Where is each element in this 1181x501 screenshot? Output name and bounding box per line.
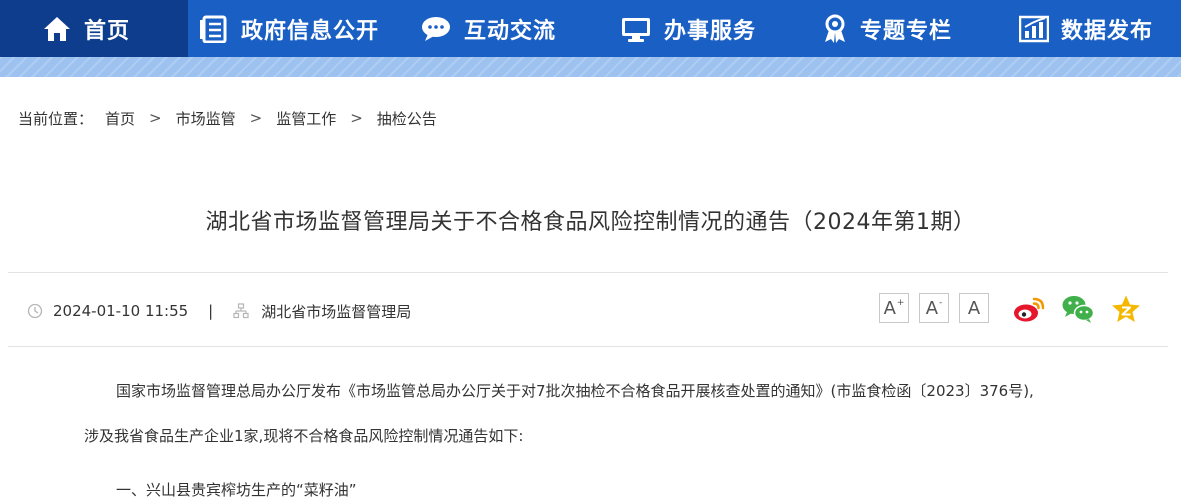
award-ribbon-icon: [822, 14, 848, 44]
nav-item-interaction[interactable]: 互动交流: [420, 0, 556, 57]
article-title: 湖北省市场监督管理局关于不合格食品风险控制情况的通告（2024年第1期）: [205, 210, 976, 235]
share-qzone-button[interactable]: [1109, 293, 1143, 325]
nav-label-data: 数据发布: [1061, 18, 1154, 44]
share-wechat-button[interactable]: [1061, 293, 1095, 325]
document-list-icon: [199, 15, 229, 43]
font-size-decrease-label: A: [925, 297, 939, 319]
meta-divider-line: [8, 346, 1168, 347]
main-nav: 首页 政府信息公开 互动交流 办事服务 专题专栏 数据发布: [0, 0, 1181, 57]
article-paragraph-1: 国家市场监督管理总局办公厅发布《市场监管总局办公厅关于对7批次抽检不合格食品开展…: [116, 382, 1034, 400]
clock-icon: [27, 303, 43, 319]
qzone-star-icon: [1112, 295, 1140, 322]
nav-item-gov-info[interactable]: 政府信息公开: [199, 0, 379, 57]
breadcrumb-item-supervision-work[interactable]: 监管工作: [276, 108, 336, 129]
minus-mark-icon: -: [939, 298, 943, 308]
plus-mark-icon: +: [896, 298, 905, 308]
nav-item-topics[interactable]: 专题专栏: [822, 0, 952, 57]
nav-label-interaction: 互动交流: [464, 18, 557, 44]
breadcrumb-prefix: 当前位置：: [18, 109, 94, 128]
nav-item-home[interactable]: 首页: [0, 0, 188, 57]
font-size-increase-label: A: [883, 297, 896, 319]
breadcrumb-item-inspection-notice[interactable]: 抽检公告: [377, 108, 437, 129]
monitor-icon: [620, 15, 652, 43]
breadcrumb-separator: >: [249, 109, 263, 127]
breadcrumb-item-market-supervision[interactable]: 市场监管: [176, 108, 236, 129]
article-paragraph-3: 一、兴山县贵宾榨坊生产的“菜籽油”: [116, 481, 357, 499]
breadcrumb: 当前位置： 首页 > 市场监管 > 监管工作 > 抽检公告: [18, 107, 437, 129]
font-size-decrease-button[interactable]: A-: [919, 293, 949, 323]
article-source: 湖北省市场监督管理局: [261, 302, 412, 321]
bar-chart-icon: [1019, 15, 1049, 43]
publish-date: 2024-01-10 11:55: [53, 302, 189, 320]
font-size-default-button[interactable]: A: [959, 293, 989, 323]
chat-bubble-icon: [420, 15, 452, 43]
meta-divider: |: [208, 302, 214, 320]
title-divider: [8, 272, 1168, 273]
nav-item-services[interactable]: 办事服务: [620, 0, 756, 57]
nav-label-home: 首页: [84, 18, 131, 44]
weibo-icon: [1014, 297, 1045, 322]
article-paragraph-2: 涉及我省食品生产企业1家,现将不合格食品风险控制情况通告如下:: [84, 427, 524, 445]
article-meta: 2024-01-10 11:55 | 湖北省市场监督管理局: [27, 300, 411, 322]
wechat-icon: [1062, 296, 1095, 323]
breadcrumb-item-home[interactable]: 首页: [105, 108, 135, 129]
nav-label-topics: 专题专栏: [860, 18, 953, 44]
nav-decorative-band: [0, 57, 1181, 77]
share-weibo-button[interactable]: [1012, 293, 1046, 325]
nav-item-data[interactable]: 数据发布: [1019, 0, 1153, 57]
nav-label-gov-info: 政府信息公开: [241, 18, 380, 44]
breadcrumb-separator: >: [350, 109, 363, 127]
breadcrumb-separator: >: [149, 109, 162, 127]
home-icon: [42, 15, 72, 43]
font-size-increase-button[interactable]: A +: [879, 293, 909, 323]
font-size-default-label: A: [967, 297, 981, 319]
source-org-icon: [233, 303, 249, 319]
nav-label-services: 办事服务: [664, 18, 757, 44]
